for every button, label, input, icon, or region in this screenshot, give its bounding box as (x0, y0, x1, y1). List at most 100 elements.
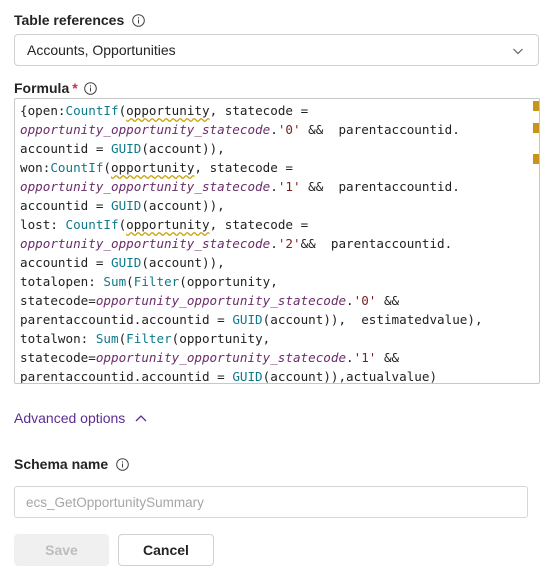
formula-token: CountIf (65, 217, 119, 232)
required-marker: * (72, 80, 78, 96)
formula-label: Formula * (14, 80, 97, 96)
formula-token: {open: (20, 103, 66, 118)
formula-token: CountIf (50, 160, 104, 175)
formula-line: accountid = GUID(account)), (20, 139, 525, 158)
advanced-options-label: Advanced options (14, 410, 126, 426)
formula-token: , statecode = (194, 160, 293, 175)
formula-token: opportunity_opportunity_statecode (20, 179, 271, 194)
formula-token: '1' (353, 350, 377, 365)
schema-name-input[interactable]: ecs_GetOpportunitySummary (14, 486, 528, 518)
table-references-value: Accounts, Opportunities (27, 42, 176, 58)
formula-token: won: (20, 160, 51, 175)
formula-token: && (376, 350, 400, 365)
formula-token: '2' (277, 236, 301, 251)
formula-token: (account)), estimatedvalue), (262, 312, 483, 327)
formula-line: parentaccountid.accountid = GUID(account… (20, 310, 525, 329)
formula-token: Sum (95, 331, 119, 346)
formula-token: GUID (232, 312, 263, 327)
formula-token: statecode= (20, 293, 96, 308)
formula-token: opportunity (126, 217, 210, 232)
formula-token: CountIf (65, 103, 119, 118)
formula-line: opportunity_opportunity_statecode.'0' &&… (20, 120, 525, 139)
formula-line: opportunity_opportunity_statecode.'2'&& … (20, 234, 525, 253)
formula-token: . (346, 350, 354, 365)
formula-token: GUID (232, 369, 263, 384)
formula-token: Filter (126, 331, 172, 346)
formula-token: && (376, 293, 400, 308)
formula-token: opportunity (126, 103, 210, 118)
formula-token: ( (126, 274, 134, 289)
editor-overview-ruler (531, 99, 539, 383)
schema-name-label: Schema name (14, 456, 129, 472)
formula-line: accountid = GUID(account)), (20, 196, 525, 215)
save-button[interactable]: Save (14, 534, 109, 566)
formula-line: won:CountIf(opportunity, statecode = (20, 158, 525, 177)
formula-token: . (346, 293, 354, 308)
formula-token: opportunity_opportunity_statecode (95, 350, 347, 365)
formula-token: parentaccountid.accountid = (20, 312, 233, 327)
formula-token: GUID (111, 198, 142, 213)
formula-token: '1' (277, 179, 301, 194)
cancel-button[interactable]: Cancel (118, 534, 214, 566)
formula-token: . (270, 236, 278, 251)
chevron-up-icon (135, 415, 147, 422)
formula-line: lost: CountIf(opportunity, statecode = (20, 215, 525, 234)
formula-token: (account)), (141, 198, 225, 213)
formula-line: statecode=opportunity_opportunity_statec… (20, 348, 525, 367)
formula-token: . (270, 179, 278, 194)
advanced-options-toggle[interactable]: Advanced options (14, 410, 147, 426)
formula-token: totalwon: (20, 331, 96, 346)
formula-token: accountid = (20, 255, 111, 270)
warning-marker (533, 101, 539, 111)
formula-token: accountid = (20, 198, 111, 213)
formula-line: totalopen: Sum(Filter(opportunity, (20, 272, 525, 291)
formula-token: (account)), (141, 255, 225, 270)
formula-token: Filter (133, 274, 180, 289)
formula-token: lost: (20, 217, 66, 232)
formula-line: {open:CountIf(opportunity, statecode = (20, 101, 525, 120)
formula-token: (opportunity, (179, 274, 278, 289)
formula-token: , statecode = (209, 217, 309, 232)
formula-token: ( (103, 160, 112, 175)
formula-token: opportunity_opportunity_statecode (95, 293, 347, 308)
info-icon[interactable] (83, 81, 97, 95)
formula-token: opportunity_opportunity_statecode (20, 236, 271, 251)
formula-token: totalopen: (20, 274, 104, 289)
warning-marker (533, 123, 539, 133)
info-icon[interactable] (132, 13, 146, 27)
table-references-label: Table references (14, 12, 146, 28)
formula-token: statecode= (20, 350, 96, 365)
formula-code[interactable]: {open:CountIf(opportunity, statecode = op… (20, 101, 525, 384)
schema-name-placeholder: ecs_GetOpportunitySummary (26, 494, 204, 510)
table-references-label-text: Table references (14, 12, 125, 28)
formula-editor[interactable]: {open:CountIf(opportunity, statecode = op… (14, 98, 540, 384)
formula-token: accountid = (20, 141, 111, 156)
formula-token: opportunity (111, 160, 195, 175)
formula-token: '0' (353, 293, 377, 308)
formula-token: . (270, 122, 278, 137)
warning-marker (533, 154, 539, 164)
formula-token: (account)), (141, 141, 225, 156)
formula-token: (account)),actualvalue) (262, 369, 438, 384)
formula-token: GUID (111, 141, 142, 156)
formula-line: totalwon: Sum(Filter(opportunity, (20, 329, 525, 348)
formula-label-text: Formula (14, 80, 70, 96)
formula-token: (opportunity, (171, 331, 271, 346)
formula-token: opportunity_opportunity_statecode (20, 122, 271, 137)
formula-line: accountid = GUID(account)), (20, 253, 525, 272)
formula-line: opportunity_opportunity_statecode.'1' &&… (20, 177, 525, 196)
table-references-dropdown[interactable]: Accounts, Opportunities (14, 34, 539, 66)
formula-line: parentaccountid.accountid = GUID(account… (20, 367, 525, 384)
formula-token: parentaccountid.accountid = (20, 369, 233, 384)
formula-token: && parentaccountid. (300, 236, 453, 251)
formula-token: && parentaccountid. (300, 179, 460, 194)
formula-token: GUID (111, 255, 142, 270)
formula-token: && parentaccountid. (300, 122, 460, 137)
formula-line: statecode=opportunity_opportunity_statec… (20, 291, 525, 310)
formula-token: '0' (277, 122, 301, 137)
formula-token: , statecode = (209, 103, 309, 118)
schema-name-label-text: Schema name (14, 456, 109, 472)
formula-token: Sum (103, 274, 127, 289)
chevron-down-icon (512, 44, 524, 56)
info-icon[interactable] (116, 457, 129, 471)
